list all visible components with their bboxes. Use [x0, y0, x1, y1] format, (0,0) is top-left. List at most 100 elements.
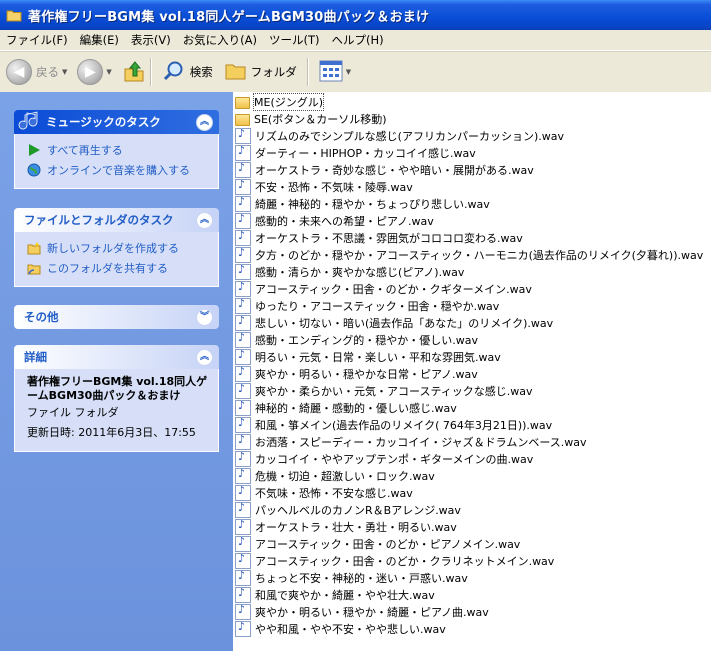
file-item[interactable]: 明るい・元気・日常・楽しい・平和な雰囲気.wav	[235, 348, 501, 365]
file-item[interactable]: 感動・清らか・爽やかな感じ(ピアノ).wav	[235, 263, 464, 280]
collapse-chevron-icon[interactable]: ︽	[196, 113, 213, 131]
search-icon	[162, 59, 186, 86]
file-tasks-header[interactable]: ファイルとフォルダのタスク ︽	[14, 208, 219, 232]
task-pane: ミュージックのタスク ︽ すべて再生する オンラインで音楽を購入する ファイルと…	[0, 92, 233, 651]
file-list: ME(ジングル)SE(ボタン＆カーソル移動) リズムのみでシンプルな感じ(アフリカ…	[233, 92, 711, 651]
item-name: アコースティック・田舎・のどか・クラリネットメイン.wav	[255, 554, 555, 568]
task-buy-music-online[interactable]: オンラインで音楽を購入する	[27, 160, 208, 180]
file-tasks-panel: ファイルとフォルダのタスク ︽ 新しいフォルダを作成する このフォルダを共有する	[14, 208, 219, 287]
file-item[interactable]: オーケストラ・壮大・勇壮・明るい.wav	[235, 518, 457, 535]
file-item[interactable]: 和風で爽やか・綺麗・やや壮大.wav	[235, 586, 435, 603]
file-item[interactable]: お洒落・スピーディー・カッコイイ・ジャズ＆ドラムンベース.wav	[235, 433, 587, 450]
views-dropdown-icon[interactable]: ▼	[346, 68, 351, 76]
audio-file-icon	[235, 603, 251, 620]
menu-view[interactable]: 表示(V)	[125, 32, 177, 48]
other-title: その他	[24, 310, 59, 324]
collapse-chevron-icon[interactable]: ︽	[196, 211, 213, 229]
file-item[interactable]: オーケストラ・不思議・雰囲気がコロコロ変わる.wav	[235, 229, 523, 246]
audio-file-icon	[235, 450, 251, 467]
file-item[interactable]: 危機・切迫・超激しい・ロック.wav	[235, 467, 435, 484]
title-bar[interactable]: 著作権フリーBGM集 vol.18同人ゲームBGM30曲パック＆おまけ	[0, 0, 711, 30]
audio-file-icon	[235, 382, 251, 399]
menu-edit[interactable]: 編集(E)	[74, 32, 125, 48]
details-header[interactable]: 詳細 ︽	[14, 345, 219, 369]
file-item[interactable]: 神秘的・綺麗・感動的・優しい感じ.wav	[235, 399, 457, 416]
file-item[interactable]: アコースティック・田舎・のどか・ピアノメイン.wav	[235, 535, 520, 552]
file-item[interactable]: カッコイイ・ややアップテンポ・ギターメインの曲.wav	[235, 450, 533, 467]
music-tasks-panel: ミュージックのタスク ︽ すべて再生する オンラインで音楽を購入する	[14, 110, 219, 189]
other-header[interactable]: その他 ︾	[14, 305, 219, 329]
file-item[interactable]: アコースティック・田舎・のどか・クギターメイン.wav	[235, 280, 532, 297]
item-name: パッヘルベルのカノンR＆Bアレンジ.wav	[255, 503, 461, 517]
file-item[interactable]: パッヘルベルのカノンR＆Bアレンジ.wav	[235, 501, 461, 518]
file-item[interactable]: 感動的・未来への希望・ピアノ.wav	[235, 212, 434, 229]
item-name: ダーティー・HIPHOP・カッコイイ感じ.wav	[255, 146, 476, 160]
folders-button[interactable]: フォルダ	[225, 61, 297, 84]
file-item[interactable]: 爽やか・明るい・穏やかな日常・ピアノ.wav	[235, 365, 478, 382]
file-item[interactable]: 悲しい・切ない・暗い(過去作品「あなた」のリメイク).wav	[235, 314, 553, 331]
file-item[interactable]: リズムのみでシンプルな感じ(アフリカンパーカッション).wav	[235, 127, 564, 144]
task-play-all[interactable]: すべて再生する	[27, 140, 208, 160]
music-tasks-title: ミュージックのタスク	[46, 115, 161, 129]
details-folder-name: 著作権フリーBGM集 vol.18同人ゲームBGM30曲パック＆おまけ	[27, 375, 208, 402]
file-item[interactable]: 不気味・恐怖・不安な感じ.wav	[235, 484, 413, 501]
views-button[interactable]: ▼	[319, 60, 355, 85]
file-item[interactable]: ゆったり・アコースティック・田舎・穏やか.wav	[235, 297, 499, 314]
forward-button[interactable]: ▶ ▼	[77, 59, 115, 85]
details-modified: 更新日時: 2011年6月3日、17:55	[27, 426, 196, 439]
audio-file-icon	[235, 467, 251, 484]
menu-tools[interactable]: ツール(T)	[263, 32, 326, 48]
audio-file-icon	[235, 331, 251, 348]
forward-dropdown-icon[interactable]: ▼	[106, 68, 111, 76]
back-dropdown-icon[interactable]: ▼	[62, 68, 67, 76]
file-item[interactable]: やや和風・やや不安・やや悲しい.wav	[235, 620, 446, 637]
details-type: ファイル フォルダ	[27, 406, 119, 419]
file-item[interactable]: 爽やか・柔らかい・元気・アコースティックな感じ.wav	[235, 382, 533, 399]
audio-file-icon	[235, 127, 251, 144]
file-item[interactable]: ダーティー・HIPHOP・カッコイイ感じ.wav	[235, 144, 476, 161]
file-item[interactable]: 不安・恐怖・不気味・陵辱.wav	[235, 178, 413, 195]
audio-file-icon	[235, 433, 251, 450]
folder-item[interactable]: ME(ジングル)	[235, 92, 325, 111]
search-button[interactable]: 検索	[162, 59, 213, 86]
file-item[interactable]: アコースティック・田舎・のどか・クラリネットメイン.wav	[235, 552, 554, 569]
file-item[interactable]: 爽やか・明るい・穏やか・綺麗・ピアノ曲.wav	[235, 603, 489, 620]
item-name: 綺麗・神秘的・穏やか・ちょっぴり悲しい.wav	[255, 197, 490, 211]
audio-file-icon	[235, 144, 251, 161]
file-item[interactable]: オーケストラ・奇妙な感じ・やや暗い・展開がある.wav	[235, 161, 534, 178]
file-tasks-title: ファイルとフォルダのタスク	[24, 213, 174, 227]
item-name: お洒落・スピーディー・カッコイイ・ジャズ＆ドラムンベース.wav	[255, 435, 587, 449]
menu-help[interactable]: ヘルプ(H)	[326, 32, 390, 48]
item-name: カッコイイ・ややアップテンポ・ギターメインの曲.wav	[255, 452, 534, 466]
file-item[interactable]: 綺麗・神秘的・穏やか・ちょっぴり悲しい.wav	[235, 195, 490, 212]
collapse-chevron-icon[interactable]: ︽	[196, 348, 213, 366]
folders-label: フォルダ	[250, 65, 297, 79]
file-item[interactable]: 和風・箏メイン(過去作品のリメイク( 764年3月21日)).wav	[235, 416, 552, 433]
toolbar-separator	[306, 58, 309, 86]
music-tasks-header[interactable]: ミュージックのタスク ︽	[14, 110, 219, 134]
folder-icon	[235, 96, 250, 109]
menu-favorites[interactable]: お気に入り(A)	[177, 32, 263, 48]
expand-chevron-icon[interactable]: ︾	[196, 308, 213, 326]
menu-bar: ファイル(F) 編集(E) 表示(V) お気に入り(A) ツール(T) ヘルプ(…	[0, 30, 711, 51]
item-name: オーケストラ・不思議・雰囲気がコロコロ変わる.wav	[255, 231, 523, 245]
task-buy-music-online-label: オンラインで音楽を購入する	[47, 164, 190, 177]
menu-file[interactable]: ファイル(F)	[0, 32, 74, 48]
audio-file-icon	[235, 314, 251, 331]
audio-file-icon	[235, 552, 251, 569]
task-new-folder[interactable]: 新しいフォルダを作成する	[27, 238, 208, 258]
globe-icon	[27, 163, 41, 177]
file-item[interactable]: 感動・エンディング的・穏やか・優しい.wav	[235, 331, 478, 348]
file-item[interactable]: ちょっと不安・神秘的・迷い・戸惑い.wav	[235, 569, 468, 586]
item-name: 明るい・元気・日常・楽しい・平和な雰囲気.wav	[255, 350, 501, 364]
task-share-folder[interactable]: このフォルダを共有する	[27, 258, 208, 278]
audio-file-icon	[235, 535, 251, 552]
audio-file-icon	[235, 501, 251, 518]
up-folder-button[interactable]	[122, 59, 146, 86]
folder-item[interactable]: SE(ボタン＆カーソル移動)	[235, 110, 387, 127]
forward-arrow-icon: ▶	[77, 59, 104, 85]
back-button[interactable]: ◀ 戻る ▼	[6, 59, 71, 85]
item-name: 和風・箏メイン(過去作品のリメイク( 764年3月21日)).wav	[255, 418, 553, 432]
item-name: オーケストラ・奇妙な感じ・やや暗い・展開がある.wav	[255, 163, 534, 177]
file-item[interactable]: 夕方・のどか・穏やか・アコースティック・ハーモニカ(過去作品のリメイク(夕暮れ)…	[235, 246, 703, 263]
